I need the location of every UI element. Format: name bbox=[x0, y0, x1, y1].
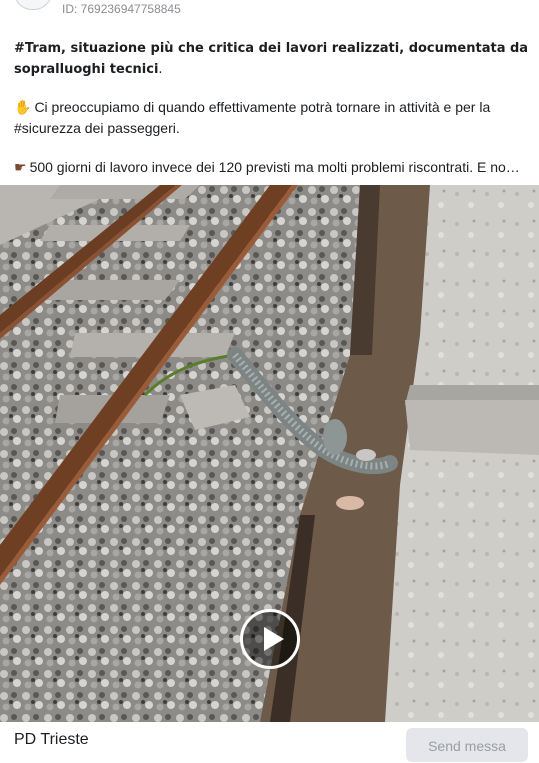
post-header: ID: 769236947758845 bbox=[0, 0, 539, 24]
headline-period: . bbox=[158, 62, 163, 77]
pointing-finger-emoji-icon: ☛ bbox=[14, 159, 27, 175]
post-paragraph-2: ✋ Ci preoccupiamo di quando effettivament… bbox=[14, 97, 529, 139]
post-id: ID: 769236947758845 bbox=[62, 2, 181, 16]
hand-emoji-icon: ✋ bbox=[14, 99, 32, 115]
paragraph-3-text: 500 giorni di lavoro invece dei 120 prev… bbox=[29, 159, 520, 175]
play-icon[interactable] bbox=[240, 609, 300, 669]
headline-text: #Tram, situazione più che critica dei la… bbox=[14, 41, 529, 77]
post-headline: #Tram, situazione più che critica dei la… bbox=[14, 38, 529, 80]
post-video[interactable] bbox=[0, 185, 539, 722]
page-name[interactable]: PD Trieste bbox=[14, 731, 89, 749]
page-avatar[interactable] bbox=[14, 0, 52, 10]
paragraph-2-text: Ci preoccupiamo di quando effettivamente… bbox=[14, 99, 491, 136]
post-paragraph-3: ☛ 500 giorni di lavoro invece dei 120 pre… bbox=[14, 157, 529, 178]
send-message-button[interactable]: Send messa bbox=[406, 728, 528, 762]
